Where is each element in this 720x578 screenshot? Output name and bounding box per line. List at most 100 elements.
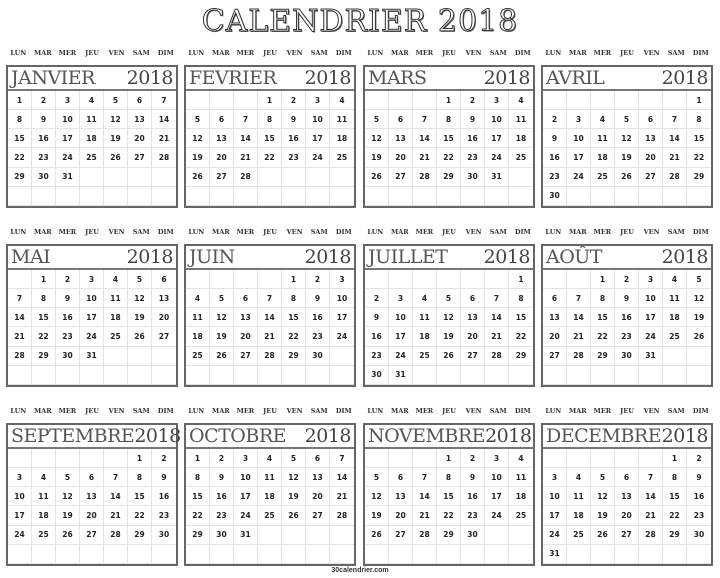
day-cell: 9 [461,110,485,130]
day-cell: 21 [152,129,176,149]
month-header: JUILLET 2018 [365,246,533,270]
weekday-label: LUN [545,49,562,57]
empty-cell [282,525,306,545]
empty-cell [8,365,32,385]
day-cell: 4 [104,270,128,290]
empty-cell [234,544,258,564]
day-cell: 21 [413,506,437,526]
day-cell: 5 [365,468,389,488]
empty-cell [258,270,282,290]
weekday-label: MAR [569,49,587,57]
empty-cell [234,91,258,111]
month-panel: AOÛT 2018 1 2 3 4 5 6 7 8 9 10 11 12 13 14 15 16 17 18 19 20 2… [541,244,713,387]
day-cell: 26 [210,346,234,366]
day-cell: 30 [306,346,330,366]
day-cell: 19 [128,308,152,328]
empty-cell [687,187,711,206]
day-cell: 6 [210,110,234,130]
weekday-label: MER [593,49,612,57]
day-cell: 17 [639,308,663,328]
day-cell: 6 [461,289,485,309]
day-cell: 29 [128,525,152,545]
day-grid: 1 2 3 4 5 6 7 8 9 10 11 12 13 14 15 16 17 18 19 20 21 22 23 24 2… [8,270,176,385]
weekday-header: LUN MAR MER JEU VEN SAM DIM [6,226,178,238]
month-year: 2018 [304,67,352,89]
day-grid: 1 2 3 4 5 6 7 8 9 10 11 12 13 14 15 16 17 18 19 20 21 22 23 24 2… [543,270,711,385]
day-cell: 10 [8,487,32,507]
empty-cell [80,167,104,187]
month-name: AOÛT [546,246,602,268]
day-cell: 30 [32,167,56,187]
weekday-label: MER [593,407,612,415]
day-cell: 7 [104,468,128,488]
day-cell: 28 [413,525,437,545]
month-panel: NOVEMBRE 2018 1 2 3 4 5 6 7 8 9 10 11 12 13 14 15 16 17 18 1… [363,423,535,566]
empty-cell [663,346,687,366]
day-cell: 27 [306,506,330,526]
weekday-label: JEU [263,407,277,415]
day-cell: 27 [210,167,234,187]
day-cell: 5 [687,270,711,290]
day-cell: 16 [282,129,306,149]
day-cell: 12 [365,487,389,507]
day-cell: 6 [234,289,258,309]
day-cell: 20 [543,327,567,347]
day-cell: 22 [437,506,461,526]
day-cell: 10 [80,289,104,309]
day-cell: 8 [437,110,461,130]
day-cell: 22 [591,327,615,347]
day-cell: 8 [509,289,533,309]
day-cell: 10 [330,289,354,309]
empty-cell [258,186,282,206]
day-cell: 25 [413,346,437,366]
month-8: LUN MAR MER JEU VEN SAM DIM AOÛT 2018 1 2 3 4 5 6 7 8 9 10… [541,226,713,387]
day-cell: 21 [639,506,663,526]
empty-cell [389,186,413,206]
empty-cell [389,544,413,564]
empty-cell [591,186,615,206]
empty-cell [567,544,591,564]
month-header: SEPTEMBRE 2018 [8,425,181,449]
day-cell: 1 [8,91,32,111]
weekday-label: VEN [643,407,660,415]
empty-cell [128,186,152,206]
day-cell: 27 [615,525,639,545]
day-cell: 2 [306,270,330,290]
day-cell: 4 [186,289,210,309]
month-panel: MARS 2018 1 2 3 4 5 6 7 8 9 10 11 12 13 14 15 16 17 18 19 20 2… [363,65,535,208]
empty-cell [234,186,258,206]
day-cell: 3 [639,270,663,290]
day-cell: 17 [485,487,509,507]
day-cell: 28 [330,506,354,526]
day-cell: 4 [591,110,615,130]
empty-cell [615,544,639,564]
empty-cell [485,186,509,206]
day-cell: 14 [639,487,663,507]
day-cell: 3 [485,91,509,111]
empty-cell [128,544,152,564]
day-cell: 20 [234,327,258,347]
day-cell: 29 [687,168,711,187]
day-cell: 1 [258,91,282,111]
day-cell: 3 [543,468,567,488]
day-cell: 15 [282,308,306,328]
empty-cell [186,365,210,385]
day-cell: 3 [306,91,330,111]
day-cell: 5 [365,110,389,130]
day-cell: 23 [210,506,234,526]
empty-cell [687,347,711,366]
day-cell: 29 [8,167,32,187]
weekday-label: DIM [514,407,531,415]
weekday-label: DIM [157,49,174,57]
weekday-label: SAM [132,407,150,415]
day-cell: 23 [461,506,485,526]
weekday-label: MER [236,49,255,57]
weekday-label: DIM [514,228,531,236]
day-cell: 19 [56,506,80,526]
empty-cell [210,91,234,111]
day-cell: 23 [543,167,567,187]
day-grid: 1 2 3 4 5 6 7 8 9 10 11 12 13 14 15 16 17 18 19 20 21 22 23 24 2… [365,270,533,385]
weekday-label: SAM [489,228,507,236]
day-cell: 14 [258,308,282,328]
month-year: 2018 [485,425,532,447]
